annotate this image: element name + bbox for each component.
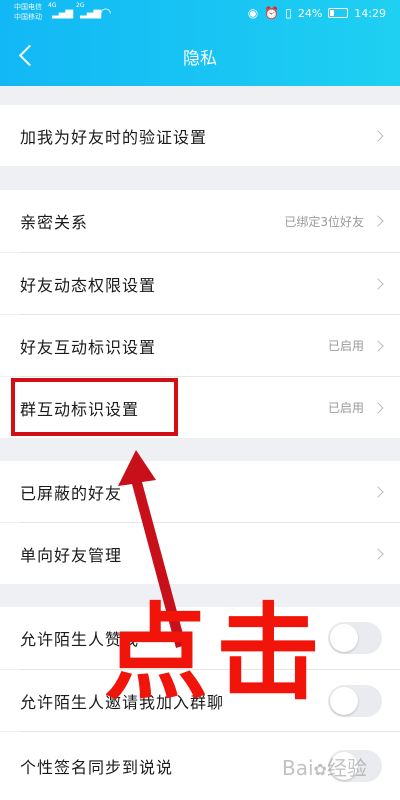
watermark-text-2: 经验 <box>326 756 367 780</box>
paw-icon: ✿ <box>313 760 327 779</box>
watermark-text: Bai <box>282 756 314 780</box>
annotation-text: 点击 <box>104 592 329 714</box>
watermark: Bai✿经验 <box>282 752 367 781</box>
